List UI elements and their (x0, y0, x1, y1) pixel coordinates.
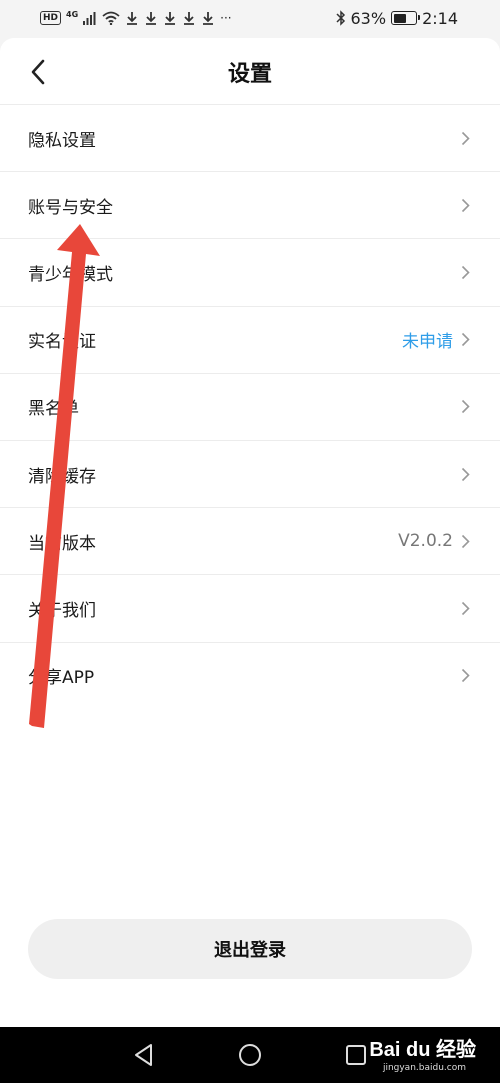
chevron-right-icon (461, 198, 470, 212)
hd-badge: HD (40, 11, 62, 25)
download-icon (127, 12, 138, 25)
chevron-right-icon (461, 669, 470, 683)
settings-item-about[interactable]: 关于我们 (0, 574, 500, 641)
settings-item-label: 清除缓存 (28, 466, 96, 487)
recents-square-icon[interactable] (342, 1041, 370, 1069)
settings-item-label: 黑名单 (28, 399, 79, 420)
settings-item-share[interactable]: 分享APP (0, 641, 500, 709)
wifi-icon (102, 11, 120, 25)
settings-item-label: 实名认证 (28, 332, 96, 353)
battery-percent: 63% (350, 8, 387, 28)
network-type: 4G (66, 9, 79, 19)
chevron-right-icon (461, 400, 470, 414)
back-triangle-icon[interactable] (130, 1041, 158, 1069)
watermark-brand: Bai du 经验 (369, 1039, 476, 1061)
status-right: 63% 2:14 (335, 8, 458, 28)
download-icon (165, 12, 176, 25)
chevron-right-icon (461, 131, 470, 145)
download-icon (184, 12, 195, 25)
version-number: V2.0.2 (398, 531, 453, 552)
home-circle-icon[interactable] (236, 1041, 264, 1069)
settings-list: 隐私设置 账号与安全 青少年模式 实名认证 未申请 黑名单 清除缓存 当前版本 … (0, 104, 500, 709)
bluetooth-icon (335, 10, 345, 26)
real-name-status: 未申请 (402, 332, 453, 353)
page-title: 设置 (227, 62, 272, 87)
watermark-url: jingyan.baidu.com (382, 1063, 466, 1073)
status-left: HD 4G ··· (40, 8, 232, 28)
settings-item-label: 分享APP (28, 668, 95, 689)
chevron-right-icon (461, 467, 470, 481)
settings-item-label: 青少年模式 (28, 264, 113, 285)
chevron-right-icon (461, 265, 470, 280)
chevron-right-icon (461, 601, 470, 615)
status-bar: HD 4G ··· 63% 2:14 (0, 0, 500, 38)
clock: 2:14 (422, 8, 458, 28)
download-icon (146, 12, 157, 25)
settings-item-youth-mode[interactable]: 青少年模式 (0, 238, 500, 305)
content-background (0, 709, 500, 1027)
settings-item-label: 账号与安全 (28, 197, 113, 218)
settings-item-real-name[interactable]: 实名认证 未申请 (0, 305, 500, 373)
battery-icon (391, 11, 421, 25)
settings-item-version[interactable]: 当前版本 V2.0.2 (0, 507, 500, 574)
chevron-right-icon (461, 534, 470, 548)
chevron-right-icon (461, 333, 470, 347)
settings-item-blacklist[interactable]: 黑名单 (0, 372, 500, 440)
nav-bar: 设置 (0, 38, 500, 104)
settings-item-account-security[interactable]: 账号与安全 (0, 171, 500, 238)
download-icon (203, 12, 214, 25)
logout-button[interactable]: 退出登录 (28, 919, 472, 979)
settings-item-label: 当前版本 (28, 533, 96, 554)
settings-item-label: 隐私设置 (28, 130, 96, 151)
more-notifications: ··· (220, 11, 232, 25)
settings-item-clear-cache[interactable]: 清除缓存 (0, 439, 500, 507)
settings-item-label: 关于我们 (28, 600, 96, 621)
signal-icon (83, 12, 96, 25)
settings-item-privacy[interactable]: 隐私设置 (0, 104, 500, 171)
system-nav-bar: Bai du 经验 jingyan.baidu.com (0, 1027, 500, 1083)
